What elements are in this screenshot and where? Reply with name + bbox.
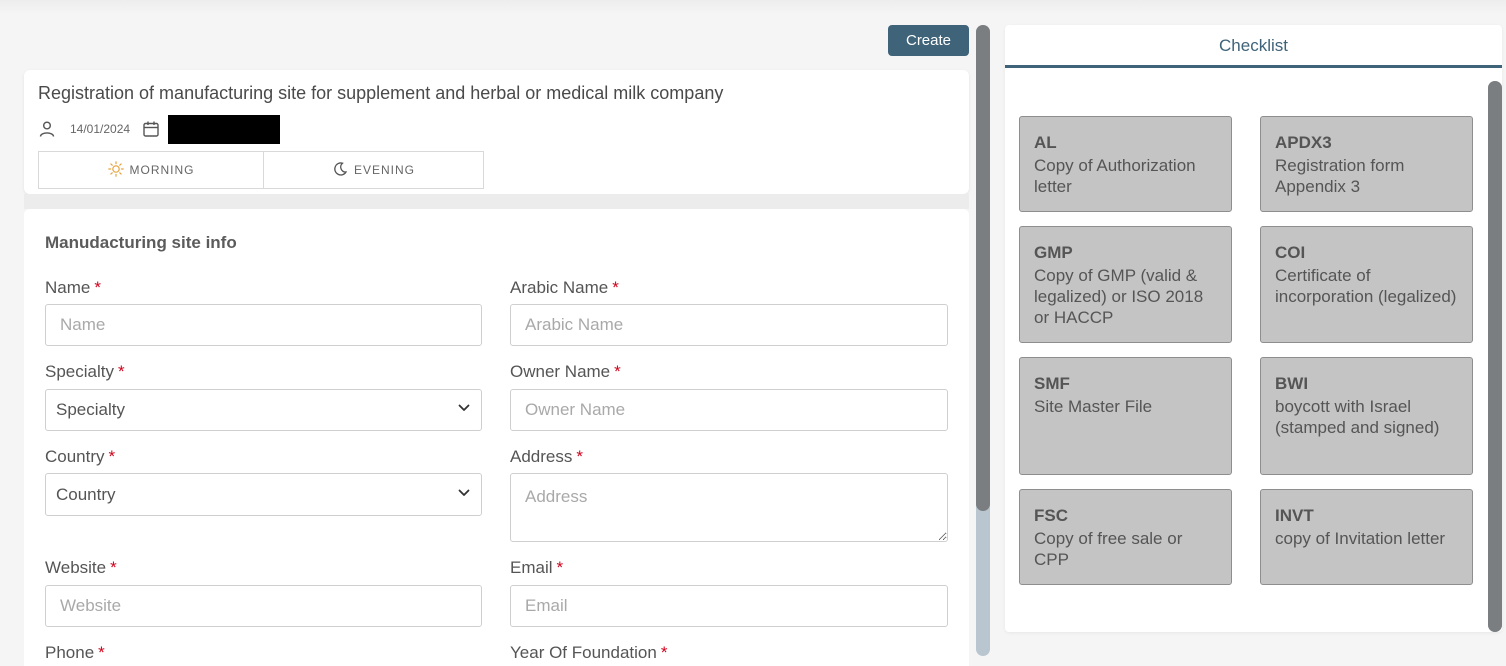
tab-morning[interactable]: MORNING — [39, 152, 264, 188]
name-input[interactable] — [45, 304, 482, 346]
address-label: Address * — [510, 447, 583, 466]
email-input[interactable] — [510, 585, 948, 627]
required-mark: * — [94, 278, 101, 297]
required-mark: * — [117, 362, 125, 381]
country-label: Country * — [45, 447, 116, 466]
checklist-item-code: SMF — [1034, 374, 1070, 393]
checklist-item-description: Copy of Authorization letter — [1034, 156, 1196, 196]
website-input[interactable] — [45, 585, 482, 627]
arabic-name-label: Arabic Name * — [510, 278, 619, 297]
request-date: 14/01/2024 — [70, 122, 131, 136]
calendar-icon — [142, 120, 160, 138]
tab-evening[interactable]: EVENING — [264, 152, 483, 188]
redacted-block — [168, 114, 281, 144]
page-title: Registration of manufacturing site for s… — [38, 83, 724, 103]
specialty-label: Specialty * — [45, 362, 125, 381]
chevron-down-icon — [457, 485, 471, 505]
checklist-item-coi[interactable]: COI Certificate of incorporation (legali… — [1260, 226, 1473, 343]
owner-name-input[interactable] — [510, 389, 948, 431]
checklist-item-gmp[interactable]: GMP Copy of GMP (valid & legalized) or I… — [1019, 226, 1232, 343]
checklist-item-description: copy of Invitation letter — [1275, 529, 1446, 548]
required-mark: * — [98, 643, 105, 662]
user-icon — [38, 120, 56, 138]
required-mark: * — [108, 447, 116, 466]
sun-icon — [107, 160, 130, 180]
checklist-item-description: Registration form Appendix 3 — [1275, 156, 1405, 196]
email-label: Email * — [510, 558, 564, 577]
checklist-item-smf[interactable]: SMF Site Master File — [1019, 357, 1232, 475]
divider — [24, 194, 969, 209]
checklist-item-code: AL — [1034, 133, 1057, 152]
meta-row: 14/01/2024 — [38, 114, 281, 144]
country-select-value: Country — [56, 484, 116, 504]
specialty-select-value: Specialty — [56, 400, 125, 419]
checklist-item-bwi[interactable]: BWI boycott with Israel (stamped and sig… — [1260, 357, 1473, 475]
tab-morning-label: MORNING — [129, 163, 195, 177]
checklist-item-code: FSC — [1034, 506, 1068, 525]
required-mark: * — [612, 278, 619, 297]
top-strip — [0, 0, 1506, 14]
section-title: Manudacturing site info — [45, 233, 237, 252]
chevron-down-icon — [457, 400, 471, 420]
tab-evening-label: EVENING — [353, 163, 415, 177]
arabic-name-input[interactable] — [510, 304, 948, 346]
checklist-item-code: GMP — [1034, 243, 1073, 262]
checklist-panel: Checklist AL Copy of Authorization lette… — [1005, 25, 1502, 632]
checklist-item-fsc[interactable]: FSC Copy of free sale or CPP — [1019, 489, 1232, 585]
required-mark: * — [556, 558, 564, 577]
checklist-item-description: Site Master File — [1034, 397, 1153, 416]
checklist-item-code: APDX3 — [1275, 133, 1332, 152]
create-button[interactable]: Create — [888, 25, 969, 56]
required-mark: * — [614, 362, 621, 381]
checklist-item-description: Copy of free sale or CPP — [1034, 529, 1183, 569]
form-scrollbar-thumb[interactable] — [976, 25, 990, 511]
tab-checklist[interactable]: Checklist — [1005, 25, 1502, 68]
page: Create Registration of manufacturing sit… — [0, 0, 1506, 666]
phone-label: Phone * — [45, 643, 105, 662]
checklist-item-code: INVT — [1275, 506, 1314, 525]
checklist-item-invt[interactable]: INVT copy of Invitation letter — [1260, 489, 1473, 585]
request-header-card: Registration of manufacturing site for s… — [24, 70, 969, 194]
manufacturing-site-form: Manudacturing site info Name* Arabic Nam… — [24, 209, 969, 666]
moon-icon — [332, 161, 354, 180]
checklist-item-description: Certificate of incorporation (legalized) — [1275, 266, 1457, 306]
required-mark: * — [576, 447, 583, 466]
required-mark: * — [110, 558, 117, 577]
shift-tabs: MORNING EVENING — [38, 151, 484, 189]
address-textarea[interactable] — [510, 473, 948, 542]
required-mark: * — [660, 643, 668, 662]
specialty-select[interactable]: Specialty — [45, 389, 482, 431]
name-label: Name * — [45, 278, 101, 297]
checklist-scrollbar-thumb[interactable] — [1488, 81, 1502, 632]
owner-name-label: Owner Name * — [510, 362, 621, 381]
checklist-item-description: Copy of GMP (valid & legalized) or ISO 2… — [1034, 266, 1204, 327]
checklist-item-code: BWI — [1275, 374, 1309, 393]
checklist-item-code: COI — [1275, 243, 1306, 262]
country-select[interactable]: Country — [45, 473, 482, 516]
checklist-item-al[interactable]: AL Copy of Authorization letter — [1019, 116, 1232, 212]
website-label: Website * — [45, 558, 117, 577]
checklist-item-apdx3[interactable]: APDX3 Registration form Appendix 3 — [1260, 116, 1473, 212]
checklist-item-description: boycott with Israel (stamped and signed) — [1275, 397, 1440, 437]
year-of-foundation-label: Year Of Foundation * — [510, 643, 668, 662]
